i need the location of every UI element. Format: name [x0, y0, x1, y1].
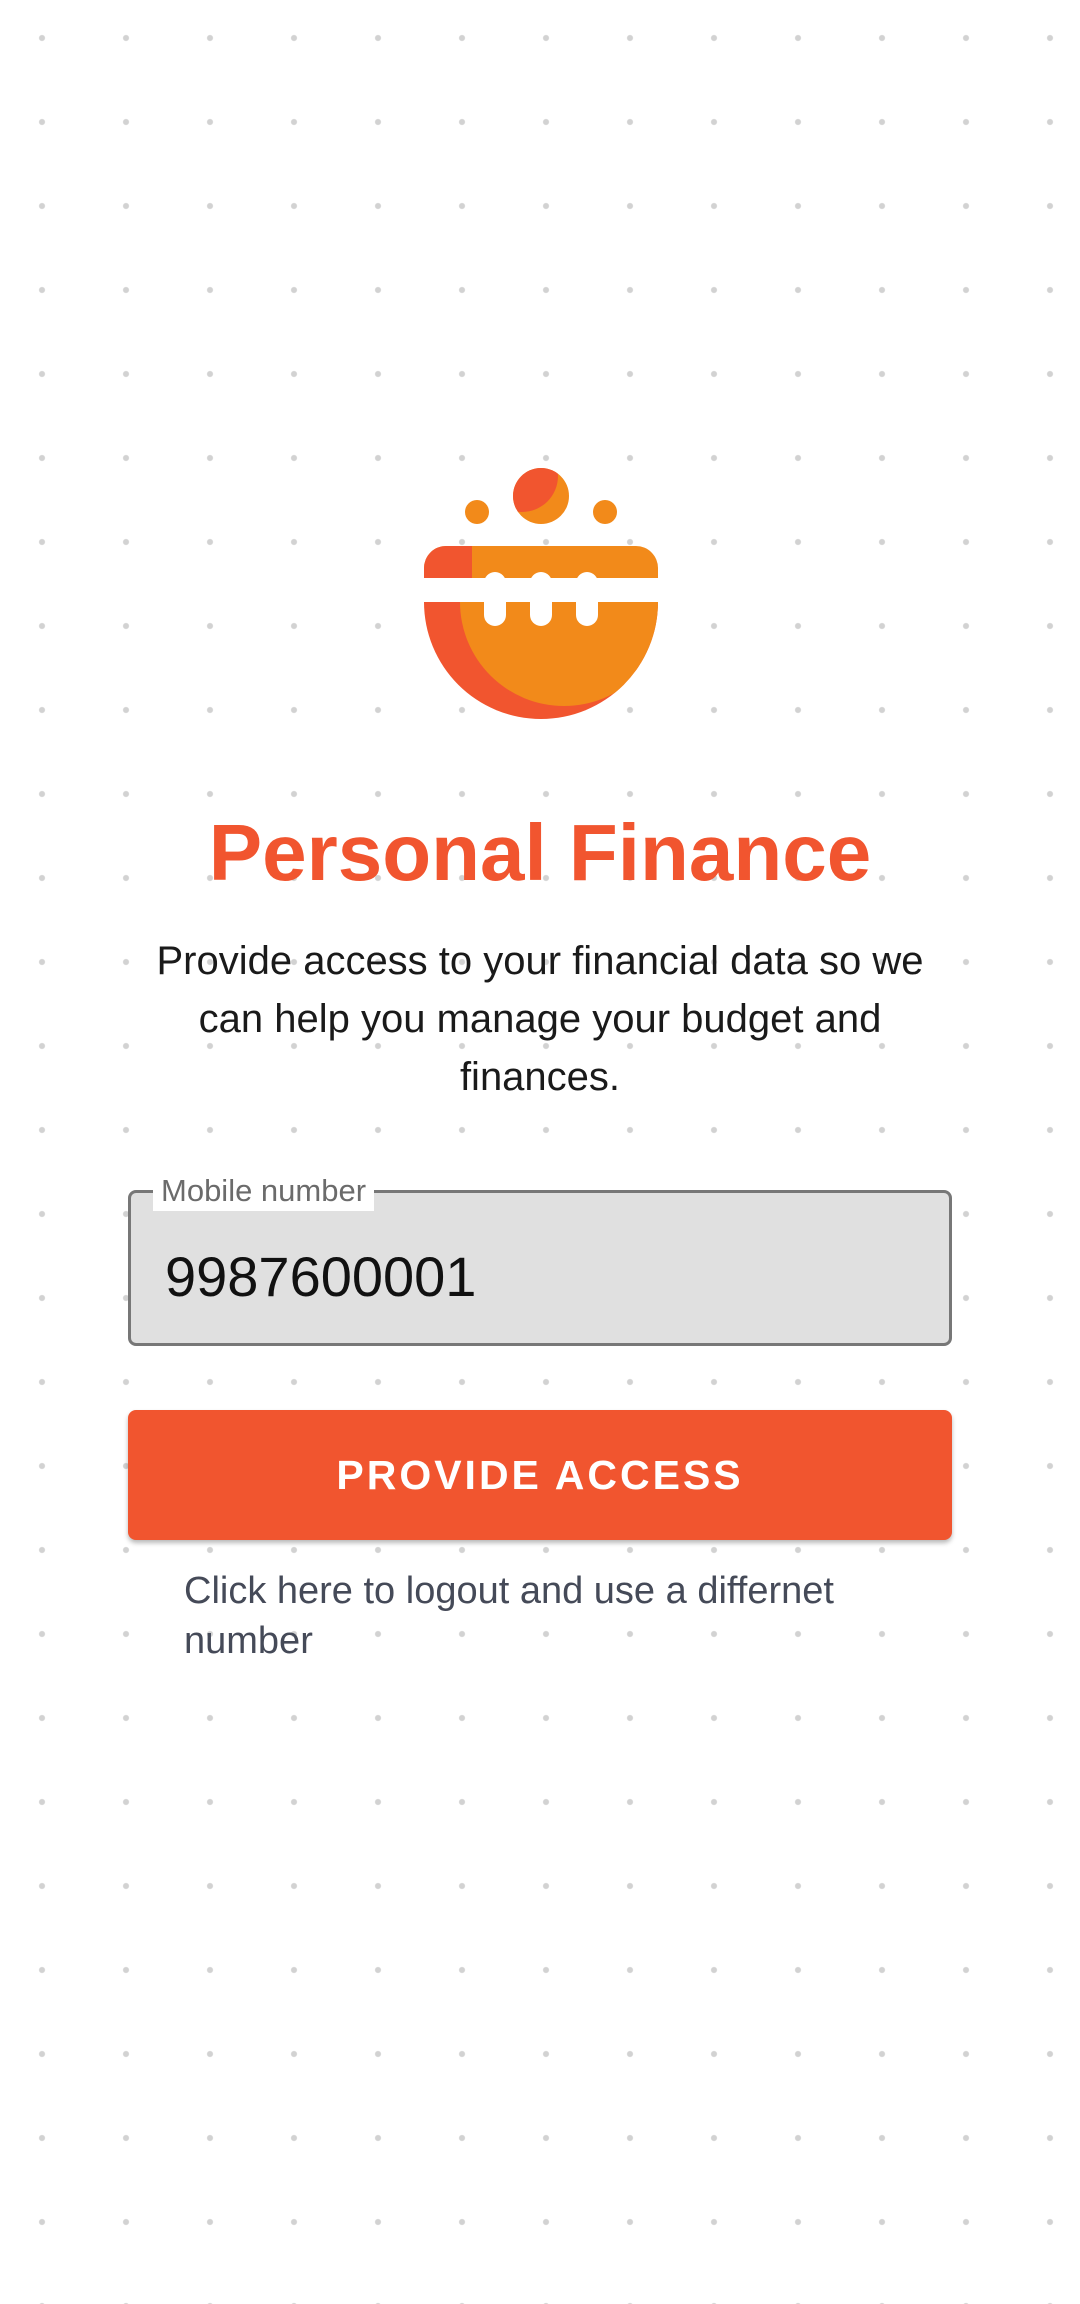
- mobile-number-label: Mobile number: [153, 1171, 375, 1211]
- provide-access-button[interactable]: PROVIDE ACCESS: [128, 1410, 952, 1540]
- mobile-number-input[interactable]: [165, 1237, 905, 1317]
- finance-pot-icon: [424, 468, 658, 719]
- app-title: Personal Finance: [208, 808, 872, 897]
- logout-link[interactable]: Click here to logout and use a differnet…: [184, 1566, 904, 1666]
- access-description: Provide access to your financial data so…: [156, 939, 924, 1099]
- mobile-number-field[interactable]: Mobile number: [128, 1171, 952, 1346]
